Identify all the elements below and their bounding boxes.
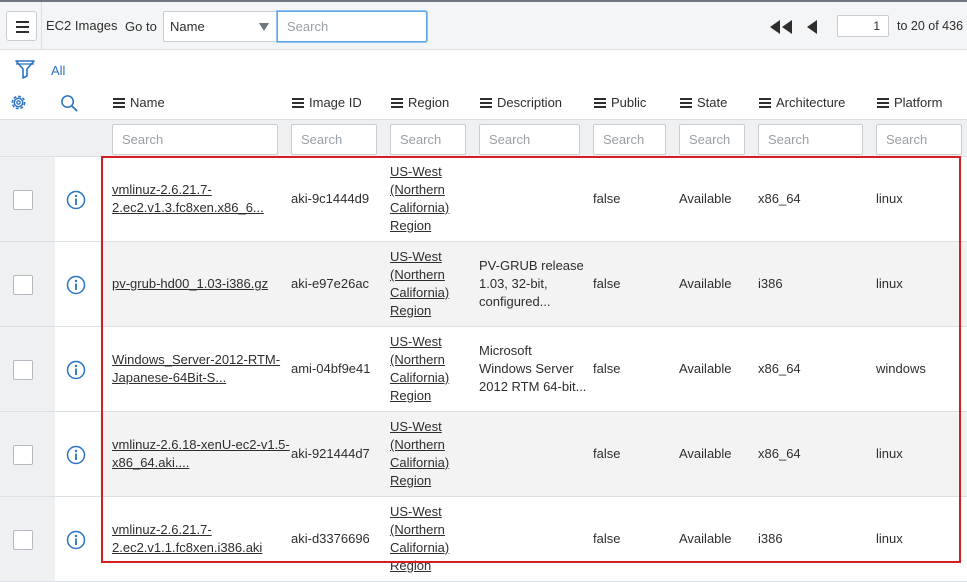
image-name-link[interactable]: pv-grub-hd00_1.03-i386.gz — [112, 275, 268, 293]
page-total: to 20 of 436 — [897, 19, 964, 33]
public-value: false — [593, 276, 621, 291]
row-checkbox[interactable] — [13, 360, 33, 380]
column-menu-icon[interactable] — [480, 98, 492, 108]
goto-field-value: Name — [170, 19, 205, 34]
chevron-down-icon — [259, 23, 269, 31]
previous-page-icon[interactable] — [806, 19, 818, 35]
gear-icon[interactable] — [9, 93, 28, 112]
list-header: EC2 Images Go to Name 1 to 20 of 436 — [0, 0, 967, 50]
region-link[interactable]: US-West (Northern California) Region — [390, 503, 449, 575]
search-region-input[interactable] — [390, 124, 466, 155]
public-value: false — [593, 446, 621, 461]
architecture-value: x86_64 — [758, 446, 801, 461]
region-link[interactable]: US-West (Northern California) Region — [390, 248, 449, 320]
image-name-link[interactable]: vmlinuz-2.6.21.7- 2.ec2.v1.3.fc8xen.x86_6… — [112, 181, 264, 217]
column-header-platform[interactable]: Platform — [877, 95, 942, 110]
search-description-input[interactable] — [479, 124, 580, 155]
row-checkbox[interactable] — [13, 530, 33, 550]
breadcrumb-all[interactable]: All — [51, 63, 65, 78]
row-checkbox[interactable] — [13, 190, 33, 210]
platform-value: linux — [876, 276, 903, 291]
filter-icon[interactable] — [14, 58, 36, 80]
platform-value: windows — [876, 361, 926, 376]
table-row: Windows_Server-2012-RTM- Japanese-64Bit-S… — [0, 327, 967, 412]
state-value: Available — [679, 446, 732, 461]
column-header-architecture[interactable]: Architecture — [759, 95, 845, 110]
region-link[interactable]: US-West (Northern California) Region — [390, 418, 449, 490]
image-id: aki-e97e26ac — [291, 276, 370, 291]
image-id: aki-921444d7 — [291, 446, 370, 461]
info-icon[interactable] — [66, 445, 86, 465]
public-value: false — [593, 531, 621, 546]
column-header-state[interactable]: State — [680, 95, 727, 110]
search-architecture-input[interactable] — [758, 124, 863, 155]
image-name-link[interactable]: Windows_Server-2012-RTM- Japanese-64Bit-S… — [112, 351, 280, 387]
column-menu-icon[interactable] — [391, 98, 403, 108]
table-row: vmlinuz-2.6.18-xenU-ec2-v1.5- x86_64.aki.… — [0, 412, 967, 497]
description: PV-GRUB release 1.03, 32-bit, configured..… — [479, 258, 584, 309]
goto-field-select[interactable]: Name — [163, 11, 277, 42]
column-header-region[interactable]: Region — [391, 95, 449, 110]
search-platform-input[interactable] — [876, 124, 962, 155]
info-icon[interactable] — [66, 530, 86, 550]
column-menu-icon[interactable] — [877, 98, 889, 108]
search-public-input[interactable] — [593, 124, 666, 155]
region-link[interactable]: US-West (Northern California) Region — [390, 163, 449, 235]
table-row: vmlinuz-2.6.21.7- 2.ec2.v1.3.fc8xen.x86_6… — [0, 157, 967, 242]
column-menu-icon[interactable] — [594, 98, 606, 108]
image-id: ami-04bf9e41 — [291, 361, 371, 376]
column-header-public[interactable]: Public — [594, 95, 646, 110]
row-checkbox[interactable] — [13, 275, 33, 295]
public-value: false — [593, 361, 621, 376]
search-image-id-input[interactable] — [291, 124, 377, 155]
public-value: false — [593, 191, 621, 206]
column-header-name[interactable]: Name — [113, 95, 165, 110]
list-title: EC2 Images — [46, 18, 118, 33]
column-header-image-id[interactable]: Image ID — [292, 95, 362, 110]
column-menu-icon[interactable] — [292, 98, 304, 108]
column-menu-icon[interactable] — [680, 98, 692, 108]
architecture-value: x86_64 — [758, 361, 801, 376]
goto-search-input[interactable] — [277, 11, 427, 42]
column-menu-icon[interactable] — [113, 98, 125, 108]
state-value: Available — [679, 361, 732, 376]
column-header-description[interactable]: Description — [480, 95, 562, 110]
architecture-value: i386 — [758, 276, 783, 291]
region-link[interactable]: US-West (Northern California) Region — [390, 333, 449, 405]
state-value: Available — [679, 191, 732, 206]
image-name-link[interactable]: vmlinuz-2.6.21.7- 2.ec2.v1.1.fc8xen.i386.… — [112, 521, 262, 557]
info-icon[interactable] — [66, 275, 86, 295]
first-page-icon[interactable] — [768, 19, 794, 35]
image-id: aki-d3376696 — [291, 531, 370, 546]
image-id: aki-9c1444d9 — [291, 191, 370, 206]
state-value: Available — [679, 276, 732, 291]
platform-value: linux — [876, 191, 903, 206]
architecture-value: i386 — [758, 531, 783, 546]
column-menu-icon[interactable] — [759, 98, 771, 108]
info-icon[interactable] — [66, 360, 86, 380]
platform-value: linux — [876, 531, 903, 546]
platform-value: linux — [876, 446, 903, 461]
search-name-input[interactable] — [112, 124, 278, 155]
state-value: Available — [679, 531, 732, 546]
table-row: pv-grub-hd00_1.03-i386.gz aki-e97e26ac U… — [0, 242, 967, 327]
search-state-input[interactable] — [679, 124, 745, 155]
info-icon[interactable] — [66, 190, 86, 210]
search-icon[interactable] — [60, 94, 79, 113]
menu-button[interactable] — [6, 11, 37, 41]
architecture-value: x86_64 — [758, 191, 801, 206]
description: Microsoft Windows Server 2012 RTM 64-bit..… — [479, 343, 587, 394]
divider — [41, 2, 42, 50]
table-row: vmlinuz-2.6.21.7- 2.ec2.v1.1.fc8xen.i386.… — [0, 497, 967, 582]
row-checkbox[interactable] — [13, 445, 33, 465]
image-name-link[interactable]: vmlinuz-2.6.18-xenU-ec2-v1.5- x86_64.aki.… — [112, 436, 290, 472]
goto-label: Go to — [125, 19, 157, 34]
page-number-input[interactable]: 1 — [837, 15, 889, 37]
